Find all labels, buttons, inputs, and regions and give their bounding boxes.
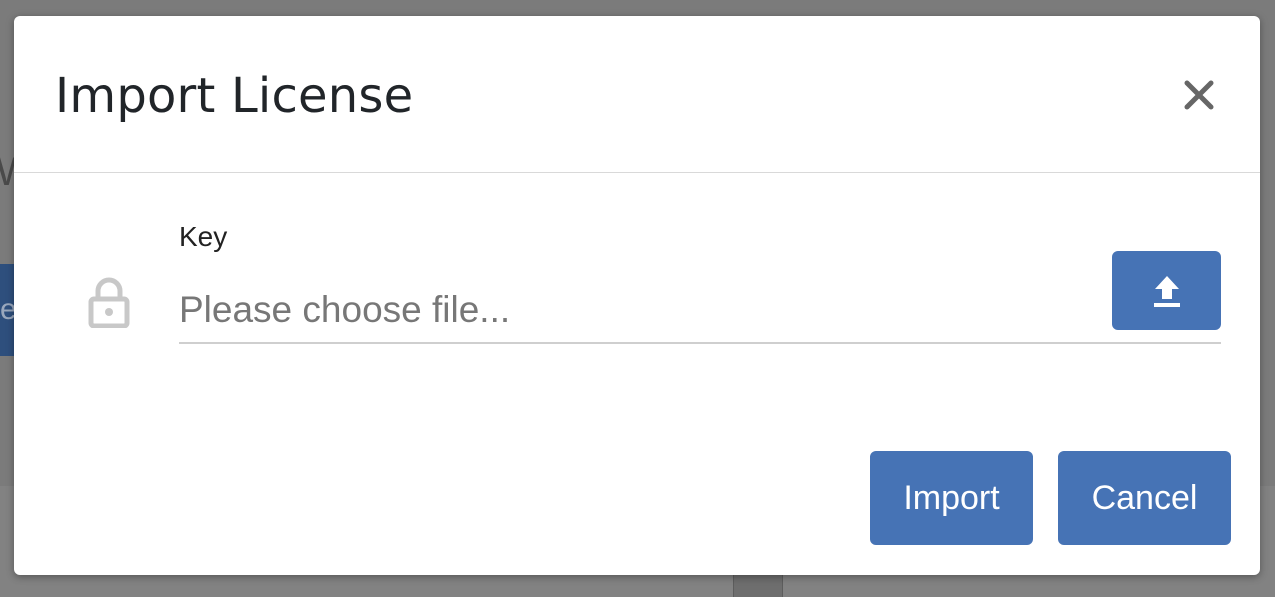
- cancel-button[interactable]: Cancel: [1058, 451, 1231, 545]
- import-button[interactable]: Import: [870, 451, 1033, 545]
- dialog-title: Import License: [55, 68, 414, 124]
- lock-icon: [88, 276, 130, 329]
- key-file-input[interactable]: [179, 278, 1221, 344]
- key-field-label: Key: [179, 221, 228, 252]
- upload-icon: [1153, 275, 1180, 307]
- close-icon: [1184, 80, 1214, 110]
- import-license-dialog: Import License Key Import Cancel: [14, 16, 1260, 575]
- upload-file-button[interactable]: [1112, 251, 1221, 330]
- close-button[interactable]: [1178, 74, 1220, 116]
- dialog-header: Import License: [14, 16, 1260, 173]
